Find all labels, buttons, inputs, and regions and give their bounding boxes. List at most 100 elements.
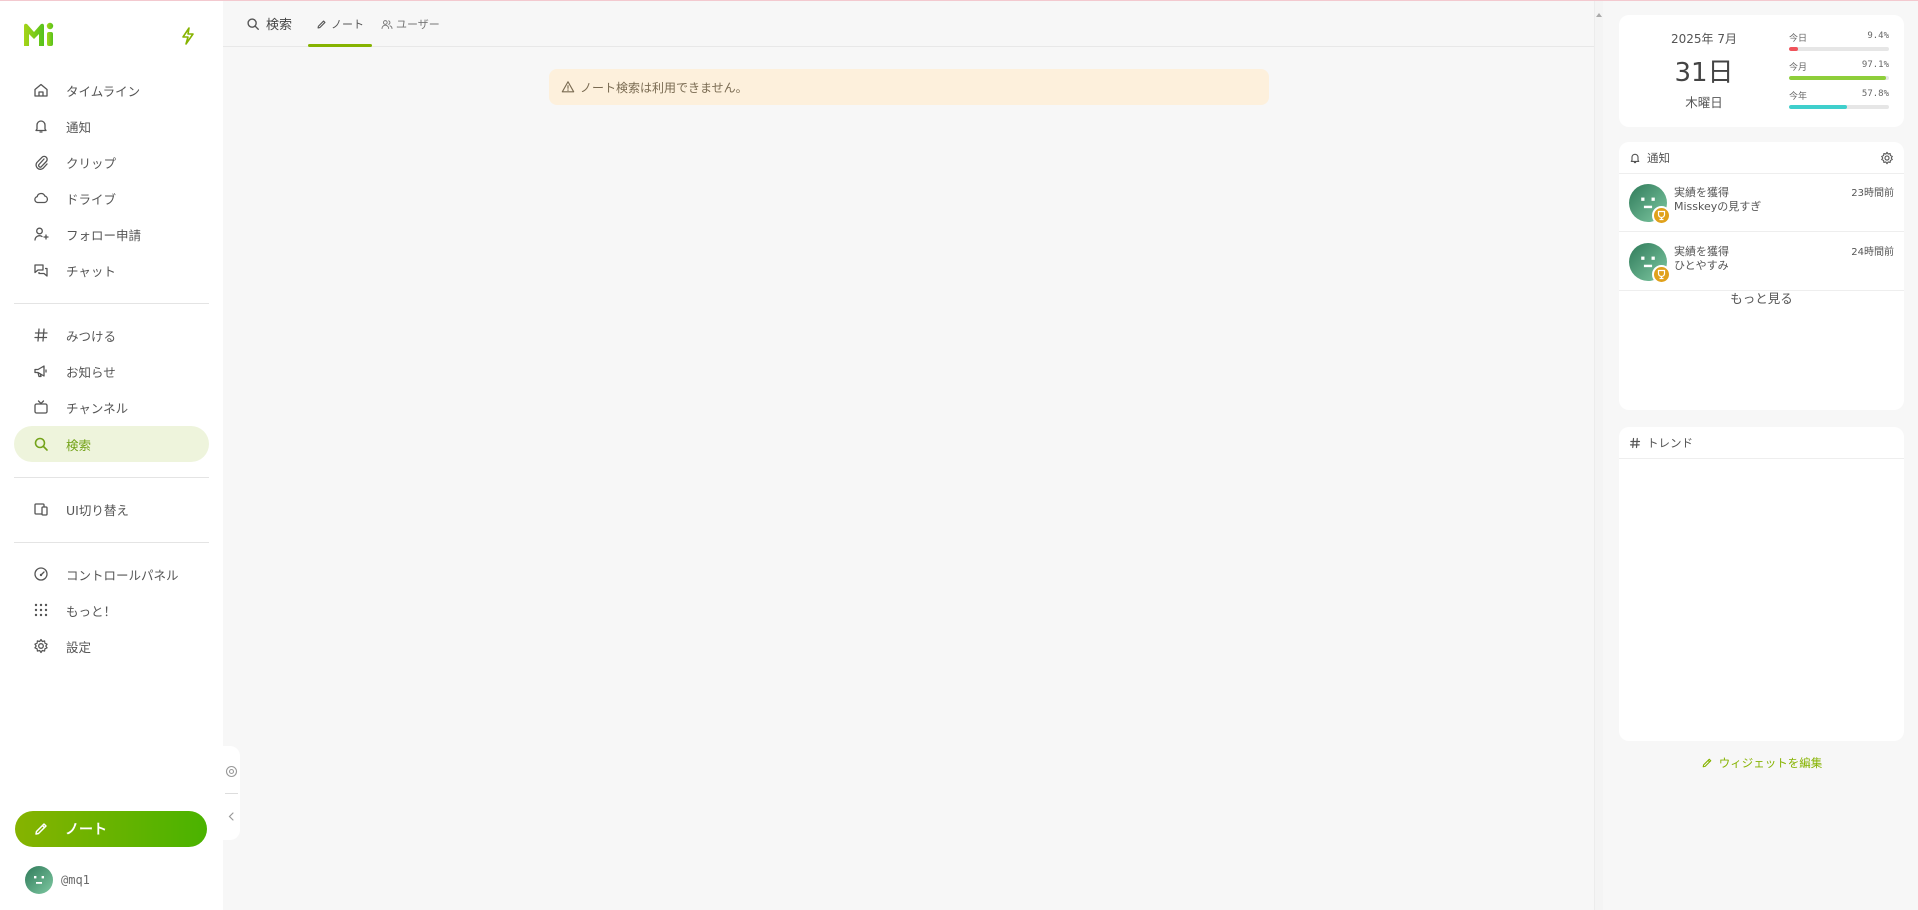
tab-users[interactable]: ユーザー <box>381 1 440 47</box>
hashtag-icon <box>32 326 50 344</box>
sidebar-item-more[interactable]: もっと！ <box>14 592 209 628</box>
post-note-button[interactable]: ノート <box>15 811 207 847</box>
paperclip-icon <box>32 153 50 171</box>
bolt-icon[interactable] <box>180 27 196 45</box>
sidebar-item-label: お知らせ <box>66 364 116 380</box>
sidebar-item-label: UI切り替え <box>66 502 129 518</box>
grid-dots-icon <box>32 601 50 619</box>
sidebar-item-label: 設定 <box>66 639 92 655</box>
notification-time: 24時間前 <box>1851 247 1894 258</box>
pencil-icon <box>1701 757 1713 769</box>
main-column: 検索 ノート ユーザー ノート検索は利用できません。 <box>223 0 1603 910</box>
edit-widgets-button[interactable]: ウィジェットを編集 <box>1619 755 1904 771</box>
sidebar-item-drive[interactable]: ドライブ <box>14 180 209 216</box>
widget-header: トレンド <box>1619 427 1904 459</box>
sidebar-item-timeline[interactable]: タイムライン <box>14 72 209 108</box>
sidebar-divider <box>14 542 209 543</box>
widget-title: 通知 <box>1647 150 1670 165</box>
gauge-icon <box>32 565 50 583</box>
progress-label: 今年 <box>1789 92 1808 102</box>
tv-icon <box>32 398 50 416</box>
progress-value: 57.8% <box>1861 89 1889 99</box>
sidebar-item-settings[interactable]: 設定 <box>14 628 209 664</box>
widget-title: トレンド <box>1647 435 1693 450</box>
sidebar-item-follow-requests[interactable]: フォロー申請 <box>14 216 209 252</box>
sidebar-item-label: タイムライン <box>66 83 141 99</box>
home-icon <box>32 81 50 99</box>
calendar-year-month: 2025年 7月 <box>1671 32 1737 46</box>
progress-today: 今日 9.4% <box>1789 31 1889 51</box>
progress-fill <box>1789 76 1887 80</box>
sidebar-item-label: コントロールパネル <box>66 567 179 583</box>
devices-icon <box>32 500 50 518</box>
bell-icon <box>1629 152 1641 164</box>
sidebar-item-label: チャンネル <box>66 400 129 416</box>
progress-fill <box>1789 47 1799 51</box>
settings-icon <box>32 637 50 655</box>
notification-time: 23時間前 <box>1851 188 1894 199</box>
progress-label: 今日 <box>1789 34 1808 44</box>
pencil-icon <box>33 821 49 837</box>
sidebar-item-label: チャット <box>66 263 116 279</box>
notification-item[interactable]: 実績を獲得 Misskeyの見すぎ 23時間前 <box>1619 174 1904 232</box>
trophy-icon <box>1652 265 1671 284</box>
calendar-day: 31日 <box>1674 58 1734 88</box>
account-name: @mq1 <box>61 873 90 887</box>
sidebar-item-announcements[interactable]: お知らせ <box>14 353 209 389</box>
progress-label: 今月 <box>1789 63 1808 73</box>
tab-label: ノート <box>331 18 364 31</box>
trend-widget: トレンド <box>1619 427 1904 741</box>
calendar-weekday: 木曜日 <box>1685 95 1723 110</box>
pencil-icon <box>316 19 327 30</box>
sidebar-item-chat[interactable]: チャット <box>14 252 209 288</box>
warning-text: ノート検索は利用できません。 <box>580 80 748 95</box>
widget-header: 通知 <box>1619 142 1904 174</box>
users-icon <box>381 19 393 30</box>
show-more-button[interactable]: もっと見る <box>1619 288 1904 307</box>
scroll-down-icon[interactable] <box>1596 901 1602 907</box>
sidebar-item-switch-ui[interactable]: UI切り替え <box>14 491 209 527</box>
progress-value: 9.4% <box>1867 31 1889 41</box>
sidebar-item-explore[interactable]: みつける <box>14 317 209 353</box>
chat-icon <box>32 261 50 279</box>
edit-widgets-label: ウィジェットを編集 <box>1718 756 1823 770</box>
sidebar-item-control-panel[interactable]: コントロールパネル <box>14 556 209 592</box>
notification-item[interactable]: 実績を獲得 ひとやすみ 24時間前 <box>1619 233 1904 291</box>
misskey-logo[interactable] <box>22 20 58 50</box>
progress-month: 今月 97.1% <box>1789 60 1889 80</box>
notification-subtitle: Misskeyの見すぎ <box>1674 200 1762 213</box>
warning-icon <box>561 80 575 94</box>
post-note-label: ノート <box>65 822 107 838</box>
scroll-up-icon[interactable] <box>1596 3 1602 17</box>
cloud-icon <box>32 189 50 207</box>
sidebar-item-label: ドライブ <box>66 191 117 207</box>
user-plus-icon <box>32 225 50 243</box>
tab-label: ユーザー <box>396 18 440 31</box>
sidebar-item-clips[interactable]: クリップ <box>14 144 209 180</box>
sidebar-item-label: 検索 <box>66 437 92 453</box>
sidebar-item-label: フォロー申請 <box>66 227 142 243</box>
tab-notes[interactable]: ノート <box>316 1 364 47</box>
hashtag-icon <box>1629 437 1641 449</box>
sidebar-item-notifications[interactable]: 通知 <box>14 108 209 144</box>
progress-value: 97.1% <box>1861 60 1889 70</box>
search-icon <box>246 17 260 31</box>
sidebar-item-label: クリップ <box>66 155 117 171</box>
megaphone-icon <box>32 362 50 380</box>
settings-icon[interactable] <box>1880 151 1894 165</box>
page-header: 検索 ノート ユーザー <box>223 1 1595 47</box>
account-button[interactable]: @mq1 <box>25 866 90 894</box>
sidebar: タイムライン 通知 クリップ ドライブ フォロー申請 チャット みつける お知ら… <box>0 0 223 910</box>
active-tab-indicator <box>308 44 372 47</box>
sidebar-divider <box>14 477 209 478</box>
main-scrollbar[interactable] <box>1594 0 1603 910</box>
calendar-widget: 2025年 7月 31日 木曜日 今日 9.4% 今月 97.1% 今年 57.8% <box>1619 15 1904 127</box>
search-unavailable-alert: ノート検索は利用できません。 <box>549 69 1269 105</box>
notification-subtitle: ひとやすみ <box>1674 259 1729 272</box>
sidebar-item-search[interactable]: 検索 <box>14 426 209 462</box>
page-title-text: 検索 <box>266 18 293 33</box>
sidebar-divider <box>14 303 209 304</box>
sidebar-item-label: みつける <box>66 328 117 344</box>
sidebar-item-channels[interactable]: チャンネル <box>14 389 209 425</box>
progress-year: 今年 57.8% <box>1789 89 1889 109</box>
